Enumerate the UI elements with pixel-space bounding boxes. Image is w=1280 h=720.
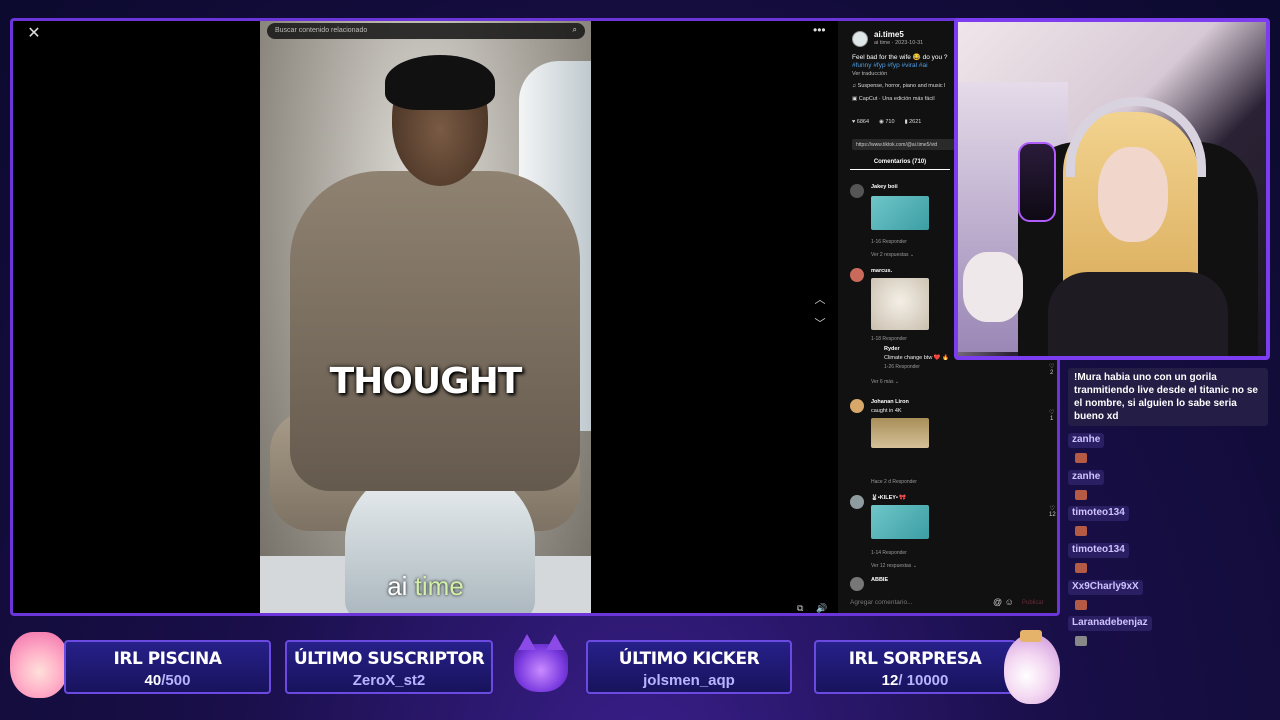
author-name[interactable]: ai.time5 [874, 30, 904, 39]
comment-input[interactable]: Agregar comentario... [850, 599, 1010, 606]
tiktok-viewer: ✕ Buscar contenido relacionado ⌕ THOUGHT… [10, 18, 1060, 616]
post-button[interactable]: Publicar [1022, 600, 1044, 606]
post-description: Feel bad for the wife 😂 do you ? #funny … [852, 54, 948, 69]
post-url[interactable]: https://www.tiktok.com/@ai.time5/vid [852, 139, 970, 150]
reply-meta[interactable]: 1-26 Responder [884, 364, 920, 370]
potion-cap-icon [1020, 630, 1042, 642]
comment-meta[interactable]: 1-18 Responder [871, 336, 907, 342]
comment-like[interactable]: ♡ 2 [1049, 363, 1054, 376]
emote-icon [1075, 490, 1087, 500]
widget-irl-piscina: IRL PISCINA 40/500 [64, 640, 271, 694]
emote-icon [1075, 600, 1087, 610]
list-item: Johanan Liron caught in 4K Hace 2 d Resp… [850, 399, 1054, 489]
webcam-feed [954, 18, 1270, 360]
comment-meta[interactable]: 1-16 Responder [871, 239, 907, 245]
comment-like[interactable]: ♡ 1 [1049, 409, 1054, 422]
cat-logo-icon [514, 634, 568, 692]
chat-user: zanhe [1068, 470, 1105, 485]
comment-user[interactable]: 🐰•KILEY• 🎀 [871, 495, 906, 501]
potion-icon [1004, 634, 1060, 704]
chevron-down-icon[interactable]: ﹀ [813, 315, 827, 330]
video-watermark: ai time [387, 571, 464, 601]
comment-image [871, 418, 929, 448]
comment-user[interactable]: ABBIE [871, 577, 888, 583]
emote-icon [1075, 526, 1087, 536]
widget-ultimo-suscriptor: ÚLTIMO SUSCRIPTOR ZeroX_st2 [285, 640, 493, 694]
avatar[interactable] [852, 31, 868, 47]
chevron-up-icon[interactable]: ︿ [813, 291, 827, 306]
chat-user: timoteo134 [1068, 506, 1129, 521]
translate-link[interactable]: Ver traducción [852, 71, 887, 77]
more-options-icon[interactable]: ••• [813, 23, 826, 37]
list-item: ABBIE [850, 577, 1050, 593]
search-input[interactable]: Buscar contenido relacionado ⌕ [267, 23, 585, 39]
post-stats: ♥ 6864 ◉ 710 ▮ 2621 [852, 119, 921, 125]
comment-like[interactable]: ♡ 12 [1049, 505, 1056, 518]
avatar[interactable] [850, 268, 864, 282]
search-icon[interactable]: ⌕ [573, 26, 577, 34]
headphones [1066, 97, 1206, 177]
emote-icon [1075, 453, 1087, 463]
comment-user[interactable]: marcus. [871, 268, 892, 274]
streamer-avatar [10, 632, 68, 698]
video-caption: THOUGHT [329, 361, 523, 402]
tab-comments[interactable]: Comentarios (710) [850, 159, 950, 170]
microphone [1018, 142, 1056, 222]
avatar[interactable] [850, 184, 864, 198]
comment-button[interactable]: ◉ 710 [879, 119, 895, 125]
mention-emoji-icons[interactable]: @ ☺ [993, 597, 1014, 607]
post-tags[interactable]: #funny #fyp #fyp #viral #ai [852, 62, 928, 69]
reply-text: Climate change btw ❤️ 🔥 [884, 355, 950, 361]
chat-user: zanhe [1068, 433, 1105, 448]
plush-toy [963, 252, 1023, 322]
chat-user: Laranadebenjaz [1068, 616, 1152, 631]
avatar[interactable] [850, 495, 864, 509]
pip-icon[interactable]: ⧉ [797, 603, 803, 613]
save-button[interactable]: ▮ 2621 [905, 119, 922, 125]
comment-text: caught in 4K [871, 408, 902, 414]
chat-user: timoteo134 [1068, 543, 1129, 558]
volume-icon[interactable]: 🔊 [816, 603, 827, 613]
chat-user: Xx9Charly9xX [1068, 580, 1143, 595]
comment-image [871, 196, 929, 230]
capcut-link[interactable]: ▣ CapCut · Una edición más fácil [852, 96, 935, 102]
emote-icon [1075, 636, 1087, 646]
view-replies-link[interactable]: Ver 6 más ⌄ [871, 379, 899, 385]
view-replies-link[interactable]: Ver 12 respuestas ⌄ [871, 563, 917, 569]
comment-meta[interactable]: Hace 2 d Responder [871, 479, 917, 485]
video-player[interactable]: Buscar contenido relacionado ⌕ THOUGHT a… [260, 21, 591, 613]
comment-meta[interactable]: 1-14 Responder [871, 550, 907, 556]
reply-user[interactable]: Ryder [884, 346, 900, 352]
author-subtitle: ai time · 2023-10-31 [874, 40, 924, 46]
close-icon[interactable]: ✕ [25, 25, 43, 43]
like-button[interactable]: ♥ 6864 [852, 119, 869, 125]
comment-image [871, 505, 929, 539]
comment-image [871, 278, 929, 330]
avatar[interactable] [850, 399, 864, 413]
list-item: 🐰•KILEY• 🎀 1-14 Responder Ver 12 respues… [850, 495, 1056, 575]
comment-user[interactable]: Jakey boii [871, 184, 898, 190]
view-replies-link[interactable]: Ver 2 respuestas ⌄ [871, 252, 914, 258]
avatar[interactable] [850, 577, 864, 591]
emote-icon [1075, 563, 1087, 573]
chat-message: !Mura habia uno con un gorila tranmitien… [1068, 368, 1268, 426]
comment-user[interactable]: Johanan Liron [871, 399, 909, 405]
widget-ultimo-kicker: ÚLTIMO KICKER jolsmen_aqp [586, 640, 792, 694]
music-link[interactable]: ♫ Suspense, horror, piano and music l [852, 83, 945, 89]
widget-irl-sorpresa: IRL SORPRESA 12/ 10000 [814, 640, 1016, 694]
